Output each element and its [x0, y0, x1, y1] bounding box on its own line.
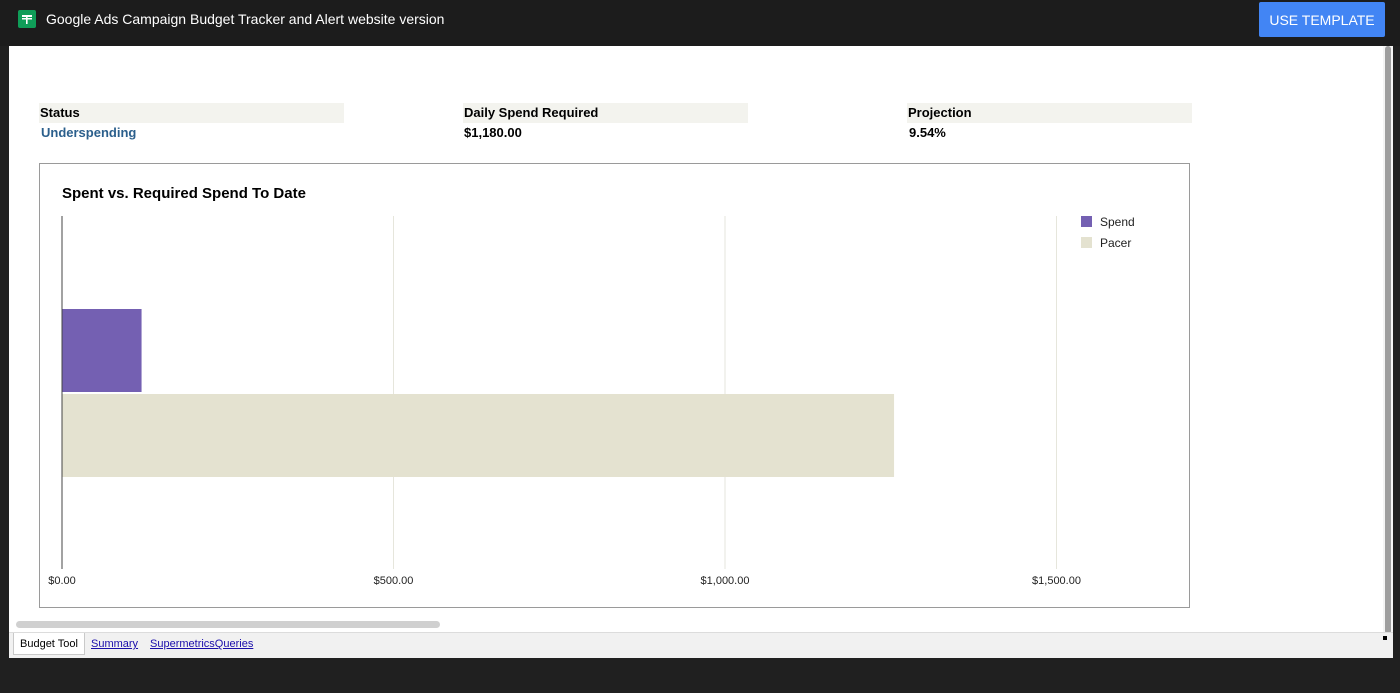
daily-spend-value: $1,180.00	[464, 125, 522, 140]
tab-summary[interactable]: Summary	[85, 633, 144, 655]
bar-pacer	[62, 394, 895, 477]
status-header: Status	[39, 103, 344, 123]
sheet-tabs: Budget Tool Summary SupermetricsQueries	[9, 632, 1393, 658]
document-title: Google Ads Campaign Budget Tracker and A…	[46, 11, 445, 27]
horizontal-scrollbar-thumb[interactable]	[16, 621, 440, 628]
bar-spend	[62, 309, 142, 392]
x-tick-label-1000: $1,000.00	[701, 575, 750, 587]
corner-marker	[1383, 636, 1387, 640]
projection-header: Projection	[907, 103, 1192, 123]
google-sheets-icon	[18, 10, 36, 28]
top-bar: Google Ads Campaign Budget Tracker and A…	[0, 0, 1400, 46]
legend-label-spend: Spend	[1100, 215, 1135, 229]
chart-canvas: $0.00 $500.00 $1,000.00 $1,500.00 Spend Pacer	[48, 215, 1135, 587]
x-tick-label-500: $500.00	[374, 575, 414, 587]
status-value[interactable]: Underspending	[41, 124, 136, 142]
tab-supermetrics-queries[interactable]: SupermetricsQueries	[144, 633, 259, 655]
legend-swatch-pacer	[1081, 237, 1092, 248]
legend-label-pacer: Pacer	[1100, 236, 1131, 250]
use-template-button[interactable]: USE TEMPLATE	[1259, 2, 1385, 37]
spend-chart[interactable]: Spent vs. Required Spend To Date $0.00 $5…	[39, 163, 1190, 608]
daily-spend-header: Daily Spend Required	[463, 103, 748, 123]
projection-value: 9.54%	[909, 125, 946, 140]
x-tick-label-1500: $1,500.00	[1032, 575, 1081, 587]
x-tick-label-0: $0.00	[48, 575, 76, 587]
tab-budget-tool[interactable]: Budget Tool	[13, 633, 85, 655]
spreadsheet-area: Status Underspending Daily Spend Require…	[9, 46, 1393, 658]
vertical-scrollbar-thumb[interactable]	[1385, 46, 1391, 634]
legend-swatch-spend	[1081, 216, 1092, 227]
